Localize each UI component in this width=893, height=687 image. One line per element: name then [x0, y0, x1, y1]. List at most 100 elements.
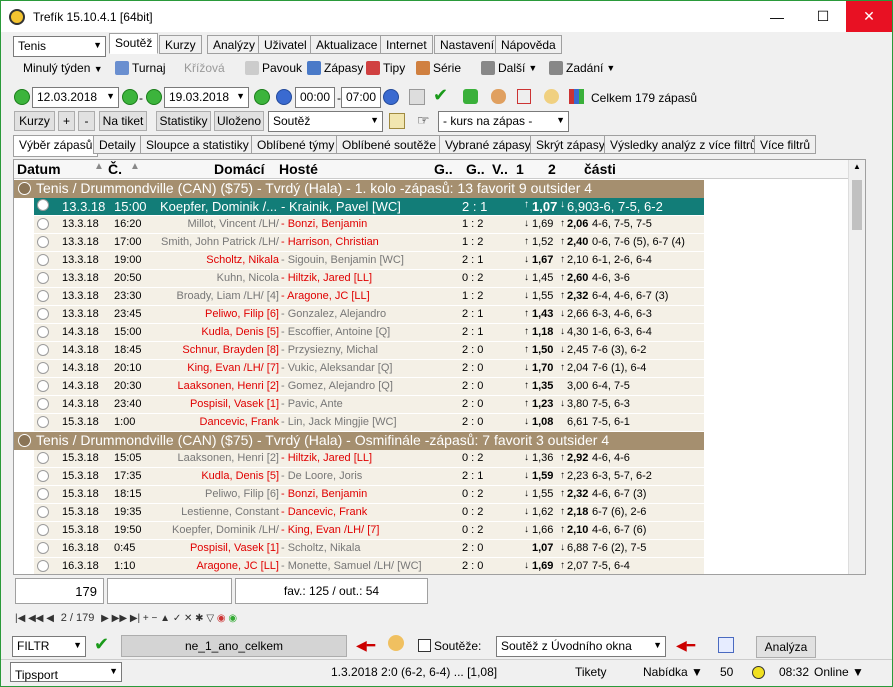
col-v[interactable]: V.. [492, 161, 508, 177]
tab-internet[interactable]: Internet [380, 35, 433, 54]
delete-record-icon[interactable]: − [152, 613, 158, 624]
plus-button[interactable]: + [58, 111, 75, 131]
crosshair-icon[interactable] [718, 637, 734, 653]
expand-group-icon[interactable] [18, 434, 31, 447]
last-page-icon[interactable]: ▶| [130, 613, 140, 624]
row-expand-icon[interactable] [37, 398, 49, 410]
col-g2[interactable]: G.. [466, 161, 485, 177]
filter-name-button[interactable]: ne_1_ano_celkem [121, 635, 347, 657]
next-page-fast-icon[interactable]: ▶▶ [112, 613, 127, 624]
filter-list-icon[interactable] [389, 113, 405, 129]
provider-select[interactable]: Tipsport ▼ [10, 662, 122, 682]
clock-to-icon[interactable] [383, 89, 399, 105]
filter-icon[interactable]: ▽ [206, 613, 214, 624]
ulozeno-button[interactable]: Uloženo [214, 111, 264, 131]
apply-filter-icon[interactable]: ◉ [228, 613, 237, 624]
subtab-oblibene-tymy[interactable]: Oblíbené týmy [251, 135, 341, 154]
date-to-picker[interactable]: 19.03.2018 ▼ [164, 87, 249, 108]
col-odds-1[interactable]: 1 [516, 161, 524, 177]
hand-icon[interactable] [491, 89, 506, 104]
maximize-button[interactable]: ☐ [800, 1, 846, 32]
tab-soutez[interactable]: Soutěž [109, 33, 159, 54]
subtab-skryt-zapasy[interactable]: Skrýt zápasy [530, 135, 611, 154]
col-hoste[interactable]: Hosté [279, 161, 318, 177]
table-row[interactable]: 13.3.18 17:00 Smith, John Patrick /LH/- Ha… [34, 234, 704, 252]
person-icon[interactable] [388, 635, 404, 651]
dalsi-button[interactable]: Další ▼ [481, 58, 537, 78]
apply-filter-checkmark-icon[interactable]: ✔ [94, 634, 109, 655]
row-expand-icon[interactable] [37, 488, 49, 500]
soutez-select[interactable]: Soutěž ▼ [268, 111, 383, 132]
col-datum[interactable]: Datum [17, 161, 61, 177]
row-expand-icon[interactable] [37, 308, 49, 320]
analyza-button[interactable]: Analýza [756, 636, 816, 658]
tab-uzivatel[interactable]: Uživatel [258, 35, 313, 54]
clock-icon[interactable] [276, 89, 292, 105]
next-page-icon[interactable]: ▶ [101, 613, 109, 624]
edit-record-icon[interactable]: ▲ [160, 613, 170, 624]
pavouk-button[interactable]: Pavouk [245, 58, 302, 78]
tab-aktualizace[interactable]: Aktualizace [310, 35, 384, 54]
nabidka-dropdown[interactable]: Nabídka ▼ [643, 665, 703, 679]
na-tiket-button[interactable]: Na tiket [99, 111, 147, 131]
row-expand-icon[interactable] [37, 380, 49, 392]
row-expand-icon[interactable] [37, 326, 49, 338]
zadani-button[interactable]: Zadání ▼ [549, 58, 615, 78]
refresh-icon[interactable]: ✱ [195, 613, 203, 624]
row-expand-icon[interactable] [37, 542, 49, 554]
souteze-checkbox[interactable] [418, 639, 431, 652]
scroll-thumb[interactable] [852, 180, 862, 230]
add-record-icon[interactable]: + [143, 613, 149, 624]
row-expand-icon[interactable] [37, 506, 49, 518]
col-casti[interactable]: části [584, 161, 616, 177]
row-expand-icon[interactable] [37, 362, 49, 374]
date-from-picker[interactable]: 12.03.2018 ▼ [32, 87, 119, 108]
kurs-select[interactable]: - kurs na zápas - ▼ [438, 111, 569, 132]
subtab-detaily[interactable]: Detaily [93, 135, 142, 154]
row-expand-icon[interactable] [37, 452, 49, 464]
table-row[interactable]: 14.3.18 23:40 Pospisil, Vasek [1] - Pavic, … [34, 396, 704, 414]
excel-icon[interactable] [463, 89, 478, 104]
table-row[interactable]: 16.3.18 0:45 Pospisil, Vasek [1] - Scholtz,… [34, 540, 704, 558]
subtab-oblibene-souteze[interactable]: Oblíbené soutěže [336, 135, 443, 154]
row-expand-icon[interactable] [37, 524, 49, 536]
table-row[interactable]: 15.3.18 15:05 Laaksonen, Henri [2] - Hiltzi… [34, 450, 704, 468]
table-row[interactable]: 14.3.18 20:10 King, Evan /LH/ [7] - Vukic, … [34, 360, 704, 378]
online-dropdown[interactable]: Online ▼ [814, 665, 864, 679]
prev-page-fast-icon[interactable]: ◀◀ [28, 613, 43, 624]
row-expand-icon[interactable] [37, 416, 49, 428]
table-row[interactable]: 15.3.18 1:00 Dancevic, Frank - Lin, Jack Mi… [34, 414, 704, 432]
kurzy-button[interactable]: Kurzy [14, 111, 55, 131]
col-odds-2[interactable]: 2 [548, 161, 556, 177]
time-from-field[interactable]: 00:00 [295, 87, 335, 108]
minimize-button[interactable]: — [754, 1, 800, 32]
tab-napoveda[interactable]: Nápověda [495, 35, 562, 54]
document-icon[interactable] [517, 89, 531, 104]
table-row[interactable]: 13.3.18 19:00 Scholtz, Nikala - Sigouin, Be… [34, 252, 704, 270]
group-header[interactable]: Tenis / Drummondville (CAN) ($75) - Tvrd… [14, 180, 704, 198]
subtab-vyber-zapasu[interactable]: Výběr zápasů [13, 135, 99, 157]
next-date-icon[interactable] [122, 89, 138, 105]
calendar-icon[interactable] [409, 89, 425, 105]
subtab-vysledky-analyz[interactable]: Výsledky analýz z více filtrů [604, 135, 763, 154]
table-row[interactable]: 13.3.18 20:50 Kuhn, Nicola - Hiltzik, Jared… [34, 270, 704, 288]
table-row[interactable]: 14.3.18 20:30 Laaksonen, Henri [2] - Gomez,… [34, 378, 704, 396]
table-row[interactable]: 13.3.18 23:30 Broady, Liam /LH/ [4] - Arago… [34, 288, 704, 306]
next-date-to-icon[interactable] [254, 89, 270, 105]
checkmark-icon[interactable]: ✔ [433, 85, 448, 106]
scroll-up-icon[interactable]: ▲ [853, 162, 861, 171]
filter-select[interactable]: FILTR ▼ [12, 636, 86, 657]
row-expand-icon[interactable] [37, 272, 49, 284]
table-row[interactable]: 14.3.18 18:45 Schnur, Brayden [8] - Przysie… [34, 342, 704, 360]
chart-icon[interactable] [569, 89, 584, 104]
prev-date-icon[interactable] [14, 89, 30, 105]
tab-kurzy[interactable]: Kurzy [159, 35, 202, 54]
tab-nastaveni[interactable]: Nastavení [434, 35, 501, 54]
table-row[interactable]: 13.3.18 23:45 Peliwo, Filip [6] - Gonzalez,… [34, 306, 704, 324]
expand-group-icon[interactable] [18, 182, 31, 195]
table-row[interactable]: 16.3.18 1:10 Aragone, JC [LL] - Monette, Sa… [34, 558, 704, 574]
row-expand-icon[interactable] [37, 236, 49, 248]
serie-button[interactable]: Série [416, 58, 461, 78]
col-cislo[interactable]: Č. [108, 161, 122, 177]
subtab-sloupce[interactable]: Sloupce a statistiky [140, 135, 255, 154]
